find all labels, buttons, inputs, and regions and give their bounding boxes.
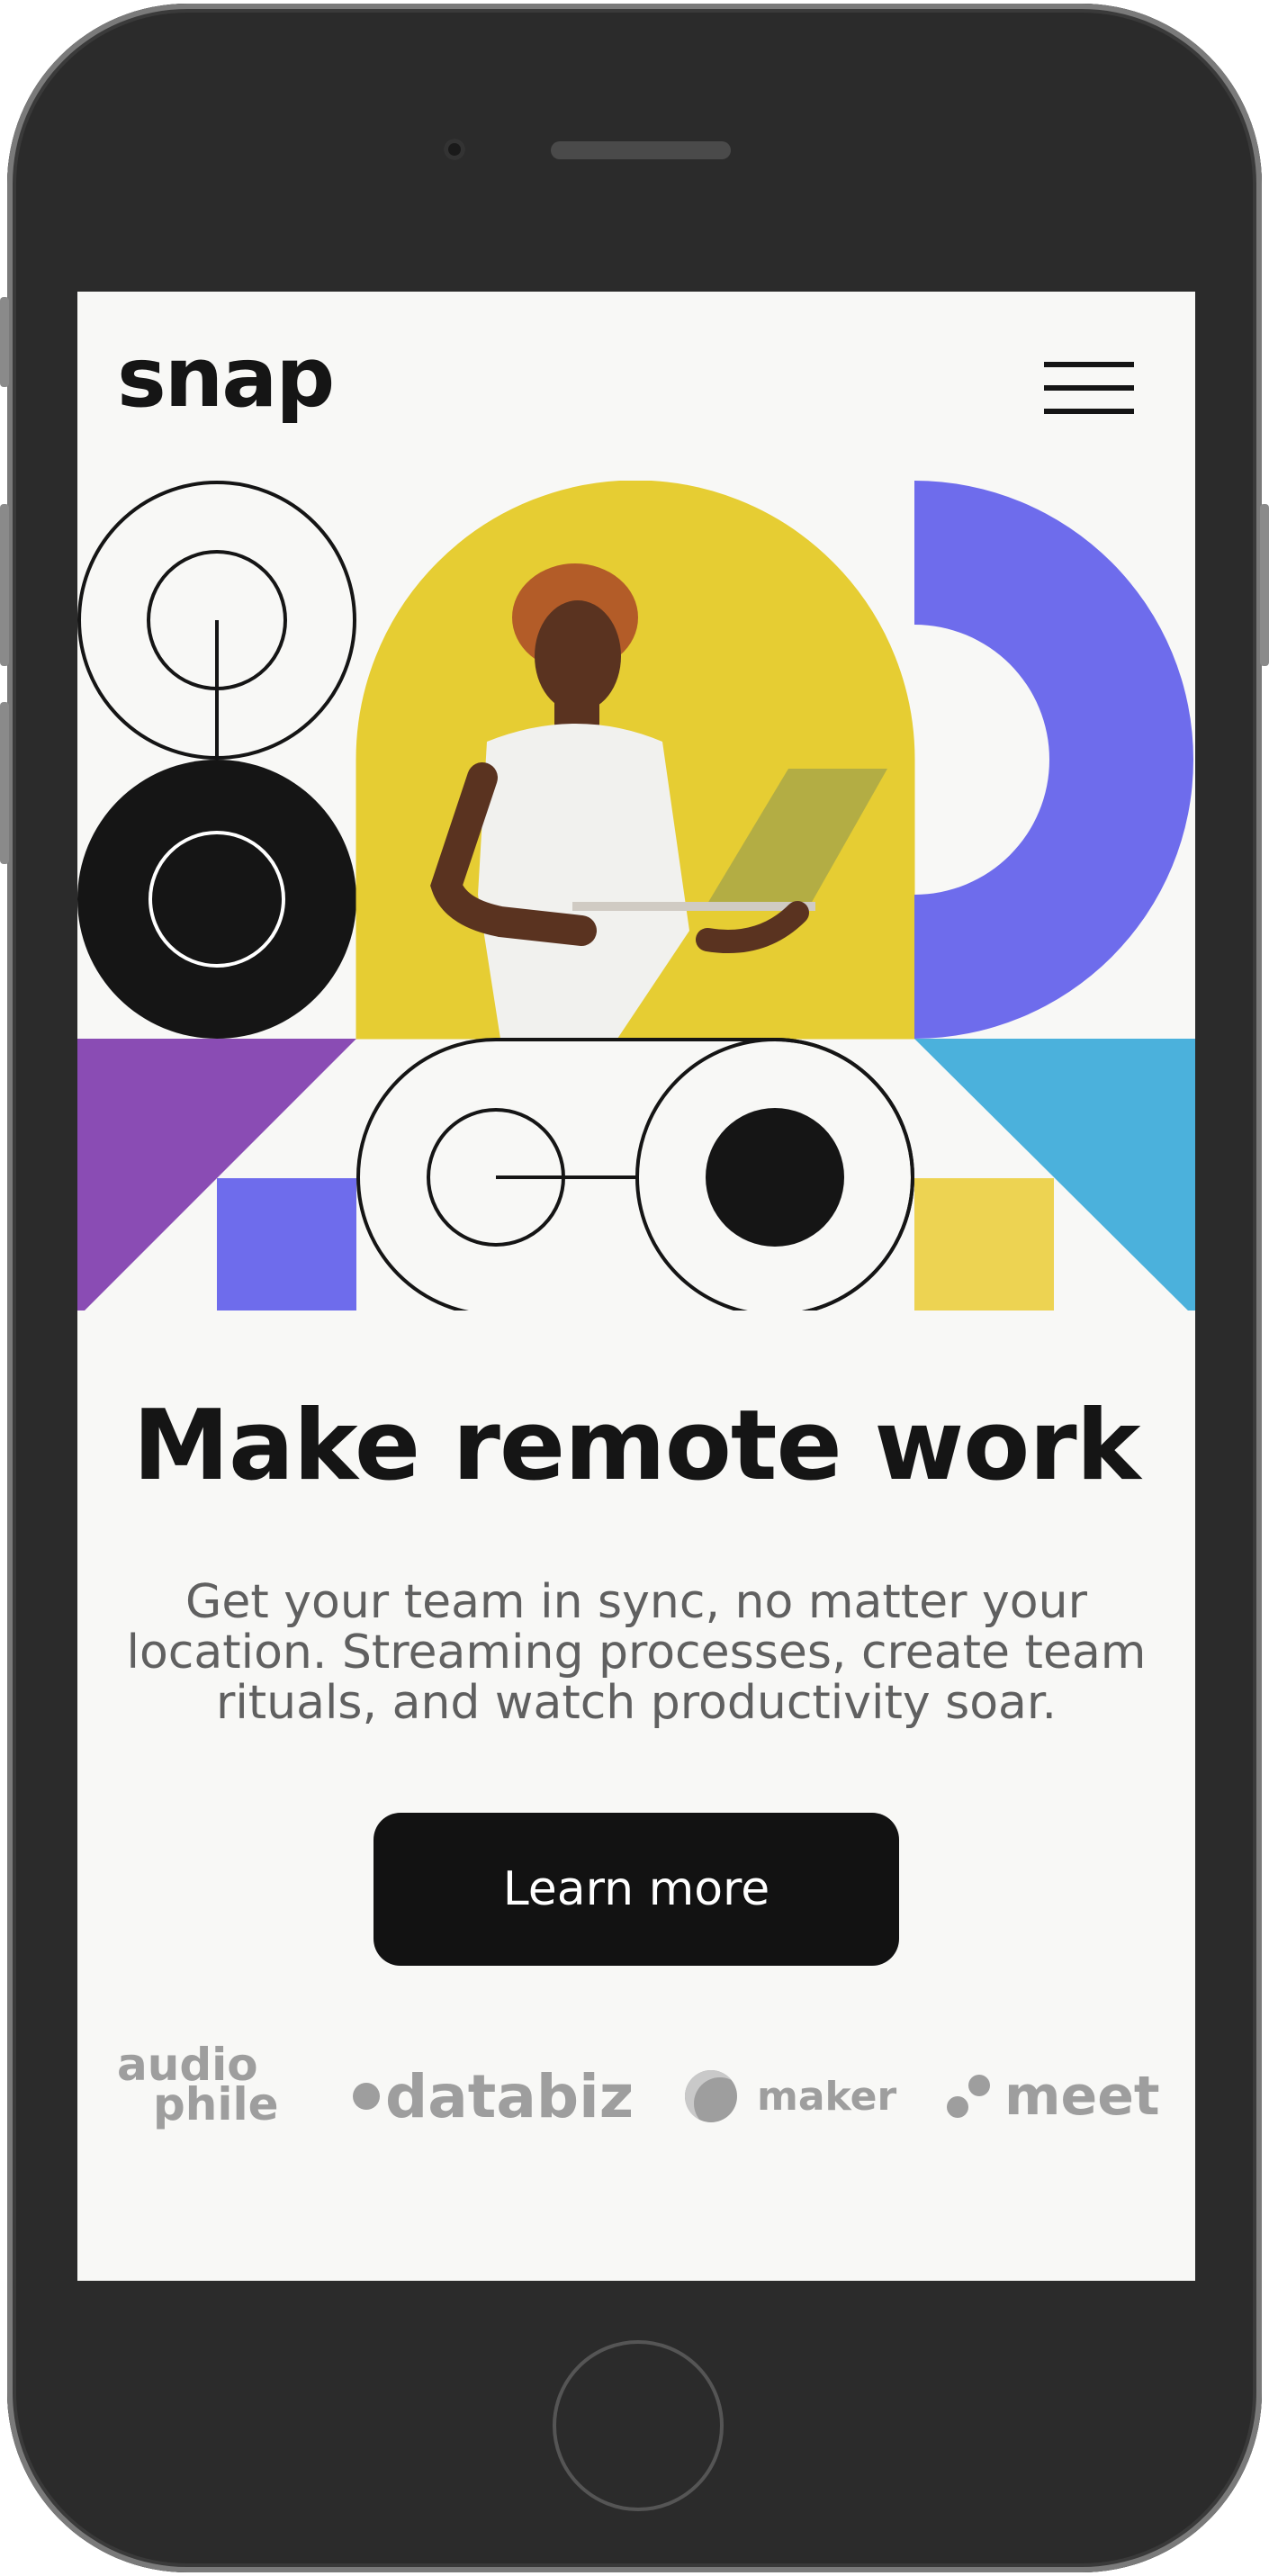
hero-photo: [356, 481, 915, 1040]
menu-bar: [1044, 362, 1134, 367]
learn-more-button[interactable]: Learn more: [374, 1813, 899, 1966]
face: [535, 600, 621, 712]
meet-text: meet: [1004, 2065, 1160, 2128]
home-button[interactable]: [553, 2340, 724, 2511]
phone-frame: snap Make remote work Get your team in s…: [7, 4, 1262, 2572]
hamburger-menu-button[interactable]: [1044, 362, 1134, 414]
client-logo-databiz: databiz: [353, 2047, 634, 2146]
maker-icon: [685, 2070, 737, 2122]
client-logo-maker: maker: [685, 2047, 896, 2146]
logo[interactable]: snap: [117, 329, 335, 426]
client-logo-meet: meet: [947, 2047, 1160, 2146]
app-screen: snap Make remote work Get your team in s…: [77, 292, 1195, 2281]
side-button-power[interactable]: [1260, 504, 1269, 666]
hero-description: Get your team in sync, no matter your lo…: [126, 1575, 1147, 1730]
speaker-grille: [551, 141, 731, 159]
meet-dots-icon: [947, 2075, 990, 2118]
blue-square: [217, 1178, 356, 1311]
databiz-text: databiz: [385, 2061, 634, 2131]
page-headline: Make remote work: [132, 1390, 1141, 1502]
side-button-mute[interactable]: [0, 297, 9, 387]
side-button-volume-up[interactable]: [0, 504, 9, 666]
maker-text: maker: [757, 2073, 897, 2120]
black-dot: [706, 1108, 844, 1247]
hero-illustration: [77, 481, 1195, 1311]
black-disc: [77, 760, 356, 1039]
menu-bar: [1044, 409, 1134, 414]
client-logo-audiophile: audio phile: [117, 2042, 288, 2144]
databiz-dot-icon: [353, 2083, 380, 2110]
yellow-square: [914, 1178, 1054, 1311]
half-ring-shape: [914, 481, 1193, 1039]
menu-bar: [1044, 385, 1134, 391]
side-button-volume-down[interactable]: [0, 702, 9, 864]
audiophile-bottom: phile: [153, 2078, 279, 2130]
camera-icon: [444, 139, 465, 160]
